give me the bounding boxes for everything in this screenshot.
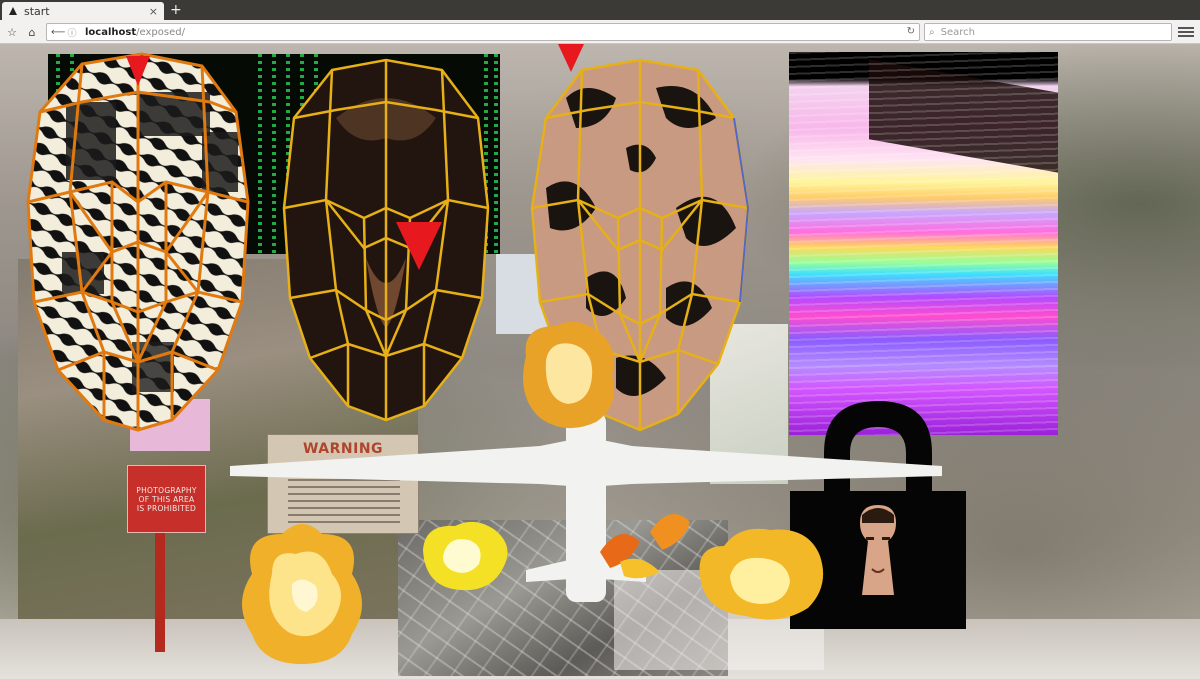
- explosion-center-top: [523, 321, 614, 429]
- back-icon[interactable]: ⟵: [51, 27, 65, 38]
- explosion-aerial: [423, 521, 508, 591]
- tab-title: start: [24, 4, 50, 18]
- search-icon: ⌕: [929, 26, 935, 38]
- reload-icon[interactable]: ↻: [907, 26, 915, 37]
- url-path: /exposed/: [136, 26, 185, 38]
- browser-window: start × + ☆ ⌂ ⟵ ⓘ localhost/exposed/ ↻ ⌕…: [0, 0, 1200, 679]
- navigation-bar: ☆ ⌂ ⟵ ⓘ localhost/exposed/ ↻ ⌕ Search: [0, 20, 1200, 44]
- url-bar[interactable]: ⟵ ⓘ localhost/exposed/ ↻: [46, 23, 920, 41]
- favicon-icon: [9, 7, 17, 15]
- search-input[interactable]: ⌕ Search: [924, 23, 1172, 41]
- url-host: localhost: [85, 26, 137, 38]
- explosion-right: [699, 528, 824, 620]
- menu-icon[interactable]: [1178, 24, 1194, 40]
- close-tab-icon[interactable]: ×: [149, 5, 158, 18]
- search-placeholder: Search: [940, 26, 975, 38]
- sign-post: [155, 532, 165, 652]
- url-text: localhost/exposed/: [85, 27, 185, 38]
- photography-prohibited-sign: PHOTOGRAPHY OF THIS AREA IS PROHIBITED: [127, 465, 206, 533]
- glitch-art-panel: [789, 52, 1058, 435]
- tab-strip: start × +: [0, 0, 1200, 20]
- zebra-face-mask: [26, 52, 250, 432]
- explosion-left-bottom: [242, 524, 362, 664]
- home-icon[interactable]: ⌂: [24, 24, 40, 40]
- tab-start[interactable]: start ×: [2, 2, 164, 20]
- page-content: PHOTOGRAPHY OF THIS AREA IS PROHIBITED W…: [0, 44, 1200, 679]
- dark-face-mask: [282, 58, 490, 422]
- sign-text: PHOTOGRAPHY OF THIS AREA IS PROHIBITED: [136, 485, 197, 513]
- bookmark-icon[interactable]: ☆: [4, 24, 20, 40]
- info-icon[interactable]: ⓘ: [65, 26, 79, 39]
- fire-streaks: [600, 514, 690, 579]
- new-tab-button[interactable]: +: [170, 1, 182, 19]
